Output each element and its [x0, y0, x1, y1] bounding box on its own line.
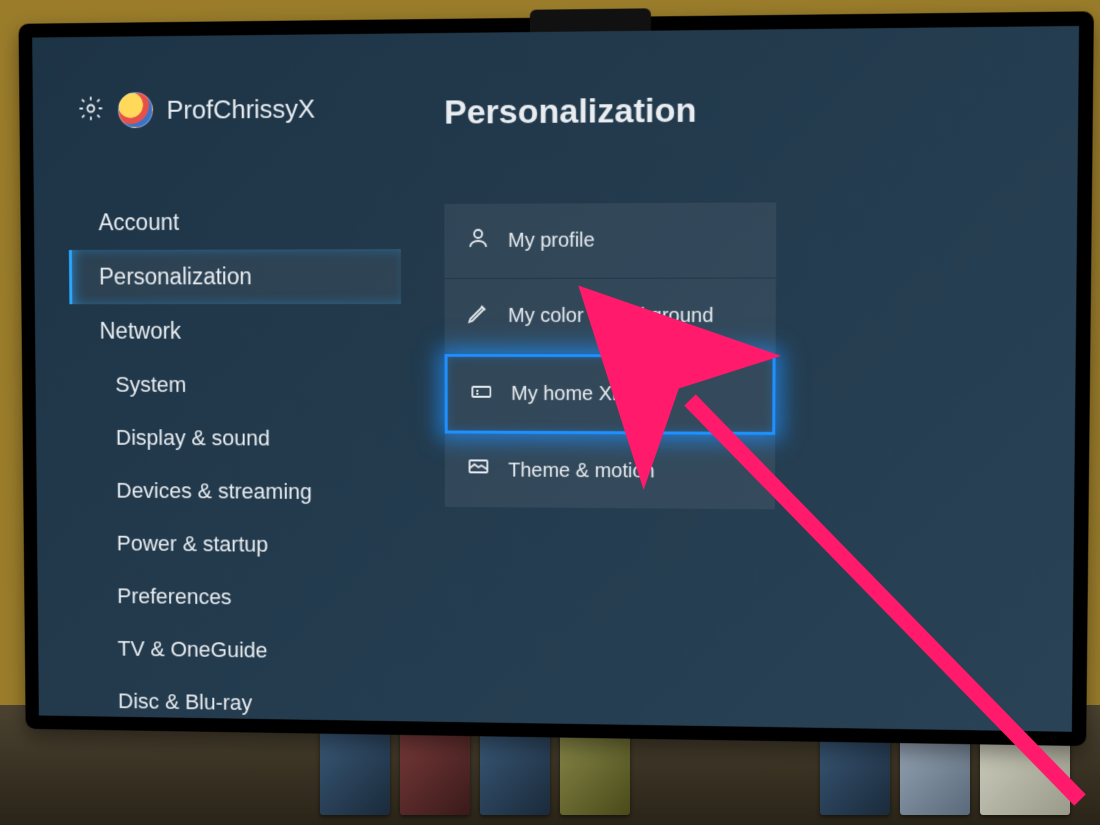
sidebar-item-disc-bluray[interactable]: Disc & Blu-ray: [73, 674, 402, 731]
page-title: Personalization: [444, 91, 697, 132]
sidebar-item-network[interactable]: Network: [69, 304, 401, 359]
person-icon: [466, 226, 490, 256]
tile-label: My profile: [508, 229, 595, 252]
sidebar: Account Personalization Network System D…: [68, 194, 402, 732]
game-case: [320, 725, 390, 815]
sidebar-item-account[interactable]: Account: [68, 194, 400, 250]
username: ProfChrissyX: [166, 93, 315, 125]
theme-icon: [467, 455, 491, 485]
tile-theme-motion[interactable]: Theme & motion: [445, 433, 776, 509]
screen: ProfChrissyX Account Personalization Net…: [32, 26, 1079, 732]
sidebar-item-power-startup[interactable]: Power & startup: [71, 517, 401, 573]
sidebar-item-devices-streaming[interactable]: Devices & streaming: [71, 464, 402, 519]
gear-icon: [77, 94, 104, 127]
tv-frame: ProfChrissyX Account Personalization Net…: [19, 11, 1094, 746]
game-case: [400, 725, 470, 815]
sidebar-item-preferences[interactable]: Preferences: [72, 569, 402, 626]
tile-my-profile[interactable]: My profile: [444, 202, 776, 279]
tile-label: My home Xbox: [511, 382, 644, 405]
sidebar-item-display-sound[interactable]: Display & sound: [70, 411, 401, 466]
avatar[interactable]: [118, 92, 153, 128]
sidebar-item-tv-oneguide[interactable]: TV & OneGuide: [72, 622, 402, 679]
pencil-icon: [466, 301, 490, 331]
tile-my-color-background[interactable]: My color & background: [444, 279, 776, 355]
console-icon: [469, 379, 493, 409]
tile-my-home-xbox[interactable]: My home Xbox: [445, 354, 776, 435]
game-case: [480, 725, 550, 815]
sidebar-item-system[interactable]: System: [70, 358, 401, 412]
sidebar-item-personalization[interactable]: Personalization: [69, 249, 401, 304]
header: ProfChrissyX: [77, 91, 315, 129]
tile-label: My color & background: [508, 304, 713, 327]
settings-panel: My profile My color & background My home…: [444, 202, 776, 509]
tile-label: Theme & motion: [508, 459, 655, 483]
